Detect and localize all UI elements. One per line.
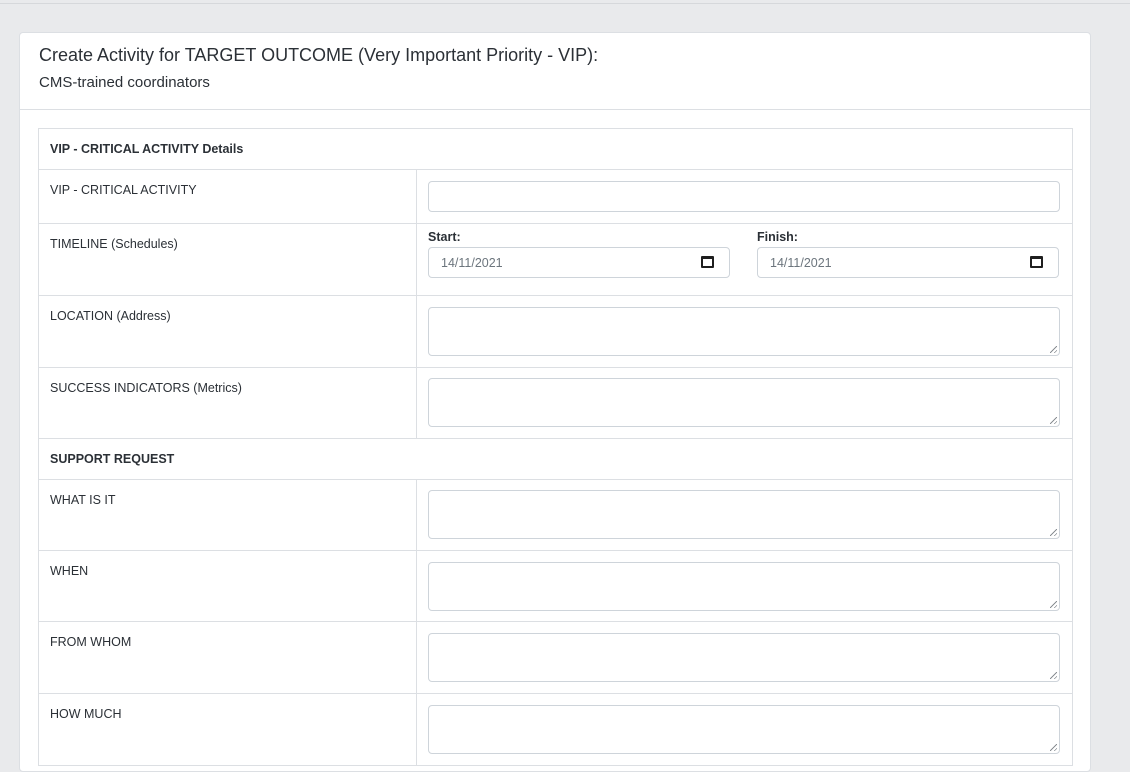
form-row-success: SUCCESS INDICATORS (Metrics) <box>38 367 1074 439</box>
card-header: Create Activity for TARGET OUTCOME (Very… <box>20 33 1090 110</box>
resize-grip-icon[interactable] <box>1050 672 1057 679</box>
label-success-indicators: SUCCESS INDICATORS (Metrics) <box>38 367 417 439</box>
field-cell-timeline: Start: 14/11/2021 Finish: 14/11/2021 <box>415 223 1074 296</box>
resize-grip-icon[interactable] <box>1050 744 1057 751</box>
start-date-input[interactable]: 14/11/2021 <box>428 247 730 278</box>
label-critical-activity: VIP - CRITICAL ACTIVITY <box>38 169 417 224</box>
top-bar <box>0 0 1130 4</box>
from-whom-textarea[interactable] <box>428 633 1060 682</box>
what-is-it-textarea[interactable] <box>428 490 1060 539</box>
location-textarea[interactable] <box>428 307 1060 356</box>
critical-activity-input[interactable] <box>428 181 1060 212</box>
label-how-much: HOW MUCH <box>38 693 417 766</box>
field-cell-when <box>415 550 1074 622</box>
label-from-whom: FROM WHOM <box>38 621 417 694</box>
calendar-icon[interactable] <box>1030 256 1043 268</box>
activity-form-table: VIP - CRITICAL ACTIVITY Details VIP - CR… <box>37 128 1074 766</box>
resize-grip-icon[interactable] <box>1050 417 1057 424</box>
resize-grip-icon[interactable] <box>1050 601 1057 608</box>
finish-date-value: 14/11/2021 <box>770 256 832 270</box>
form-row-when: WHEN <box>38 550 1074 622</box>
field-cell-success <box>415 367 1074 439</box>
calendar-icon[interactable] <box>701 256 714 268</box>
finish-date-group: Finish: 14/11/2021 <box>757 230 1059 278</box>
start-date-group: Start: 14/11/2021 <box>428 230 730 278</box>
section-row-details: VIP - CRITICAL ACTIVITY Details <box>37 128 1074 170</box>
form-row-activity: VIP - CRITICAL ACTIVITY <box>38 169 1074 224</box>
field-cell-what <box>415 479 1074 551</box>
label-timeline: TIMELINE (Schedules) <box>38 223 417 296</box>
start-date-value: 14/11/2021 <box>441 256 503 270</box>
section-heading-support: SUPPORT REQUEST <box>37 438 1074 480</box>
when-textarea[interactable] <box>428 562 1060 611</box>
label-location: LOCATION (Address) <box>38 295 417 368</box>
field-cell-location <box>415 295 1074 368</box>
section-heading-details: VIP - CRITICAL ACTIVITY Details <box>37 128 1074 170</box>
page-subtitle: CMS-trained coordinators <box>39 74 210 91</box>
form-row-what: WHAT IS IT <box>38 479 1074 551</box>
success-indicators-textarea[interactable] <box>428 378 1060 427</box>
form-row-from-whom: FROM WHOM <box>38 621 1074 694</box>
form-row-timeline: TIMELINE (Schedules) Start: 14/11/2021 F… <box>38 223 1074 296</box>
finish-date-input[interactable]: 14/11/2021 <box>757 247 1059 278</box>
label-what-is-it: WHAT IS IT <box>38 479 417 551</box>
section-row-support: SUPPORT REQUEST <box>37 438 1074 480</box>
timeline-dates: Start: 14/11/2021 Finish: 14/11/2021 <box>428 224 1061 284</box>
field-cell-how-much <box>415 693 1074 766</box>
form-row-how-much: HOW MUCH <box>38 693 1074 766</box>
field-cell-activity <box>415 169 1074 224</box>
create-activity-card: Create Activity for TARGET OUTCOME (Very… <box>19 32 1091 772</box>
resize-grip-icon[interactable] <box>1050 529 1057 536</box>
start-date-label: Start: <box>428 230 461 244</box>
page-title: Create Activity for TARGET OUTCOME (Very… <box>39 45 599 65</box>
resize-grip-icon[interactable] <box>1050 346 1057 353</box>
field-cell-from-whom <box>415 621 1074 694</box>
how-much-textarea[interactable] <box>428 705 1060 754</box>
form-row-location: LOCATION (Address) <box>38 295 1074 368</box>
finish-date-label: Finish: <box>757 230 798 244</box>
label-when: WHEN <box>38 550 417 622</box>
